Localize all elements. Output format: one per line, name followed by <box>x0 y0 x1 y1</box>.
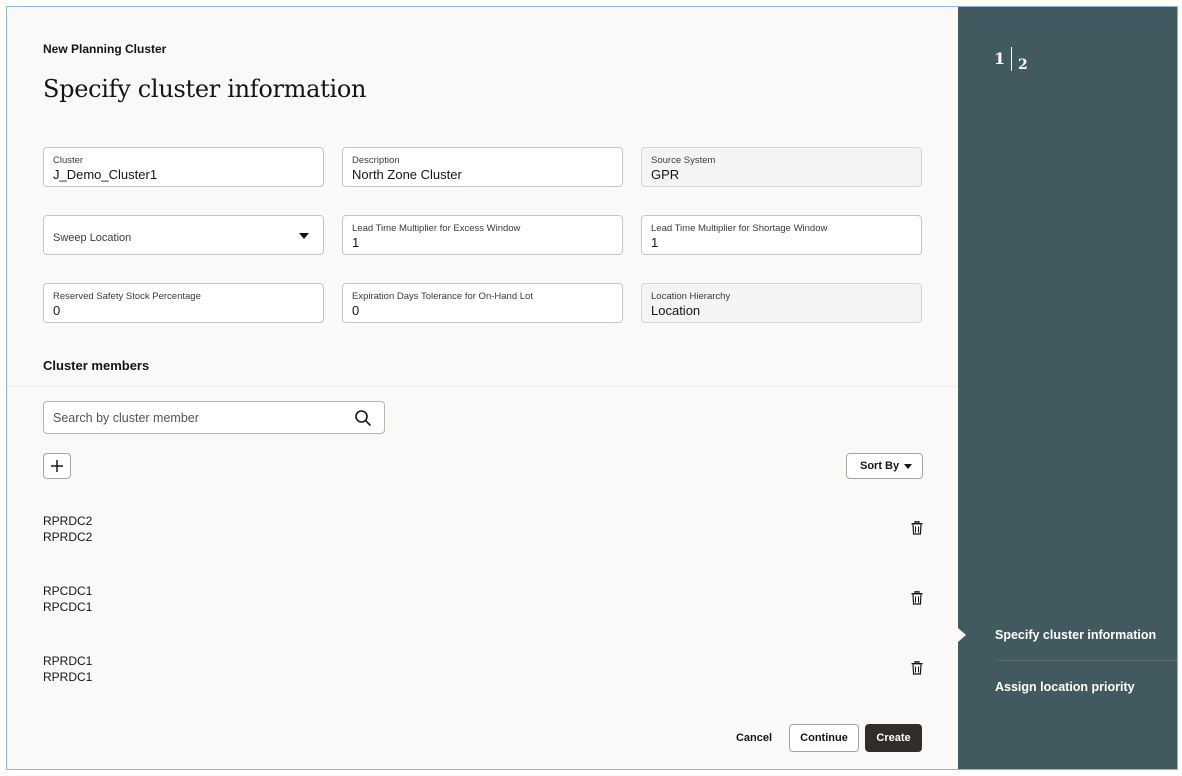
app-frame: New Planning Cluster Specify cluster inf… <box>6 6 1178 770</box>
create-button[interactable]: Create <box>865 724 922 752</box>
sort-by-button[interactable]: Sort By <box>846 453 923 479</box>
step-counter-divider <box>1011 47 1012 71</box>
member-search[interactable] <box>43 401 385 434</box>
sweep-location-select[interactable]: Sweep Location <box>43 215 324 255</box>
source-system-value: GPR <box>651 167 680 182</box>
reserved-safety-stock-label: Reserved Safety Stock Percentage <box>53 291 201 302</box>
member-description: RPRDC2 <box>43 530 93 544</box>
cluster-value[interactable]: J_Demo_Cluster1 <box>53 167 314 183</box>
current-step-number: 1 <box>994 49 1006 68</box>
expiration-tolerance-field[interactable]: Expiration Days Tolerance for On-Hand Lo… <box>342 283 623 323</box>
cluster-label: Cluster <box>53 155 84 166</box>
member-row[interactable]: RPRDC2 RPRDC2 <box>43 513 923 553</box>
train-step-divider <box>995 660 1177 661</box>
trash-icon[interactable] <box>911 591 923 605</box>
location-hierarchy-label: Location Hierarchy <box>651 291 731 302</box>
reserved-safety-stock-field[interactable]: Reserved Safety Stock Percentage 0 <box>43 283 324 323</box>
source-system-field: Source System GPR <box>641 147 922 187</box>
sort-by-label: Sort By <box>860 460 900 472</box>
member-row[interactable]: RPRDC1 RPRDC1 <box>43 653 923 693</box>
member-name: RPRDC1 <box>43 654 93 668</box>
reserved-safety-stock-value[interactable]: 0 <box>53 303 314 319</box>
continue-button[interactable]: Continue <box>789 724 859 752</box>
description-field[interactable]: Description North Zone Cluster <box>342 147 623 187</box>
cancel-button[interactable]: Cancel <box>727 724 781 752</box>
description-label: Description <box>352 155 400 166</box>
expiration-tolerance-value[interactable]: 0 <box>352 303 613 319</box>
page-title: Specify cluster information <box>43 75 367 103</box>
train-sidebar: 1 2 Specify cluster information Assign l… <box>958 7 1177 769</box>
lead-time-shortage-value[interactable]: 1 <box>651 235 912 251</box>
lead-time-excess-label: Lead Time Multiplier for Excess Window <box>352 223 521 234</box>
train-step-assign-priority[interactable]: Assign location priority <box>995 680 1177 694</box>
description-value[interactable]: North Zone Cluster <box>352 167 613 183</box>
add-member-button[interactable] <box>43 453 71 479</box>
source-system-label: Source System <box>651 155 716 166</box>
member-description: RPRDC1 <box>43 670 93 684</box>
lead-time-shortage-field[interactable]: Lead Time Multiplier for Shortage Window… <box>641 215 922 255</box>
cluster-field[interactable]: Cluster J_Demo_Cluster1 <box>43 147 324 187</box>
member-name: RPCDC1 <box>43 584 93 598</box>
trash-icon[interactable] <box>911 521 923 535</box>
location-hierarchy-field: Location Hierarchy Location <box>641 283 922 323</box>
train-step-specify-cluster[interactable]: Specify cluster information <box>995 628 1177 642</box>
expiration-tolerance-label: Expiration Days Tolerance for On-Hand Lo… <box>352 291 533 302</box>
lead-time-excess-field[interactable]: Lead Time Multiplier for Excess Window 1 <box>342 215 623 255</box>
sweep-location-placeholder: Sweep Location <box>53 232 132 244</box>
current-step-pointer <box>958 628 966 642</box>
member-description: RPCDC1 <box>43 600 93 614</box>
plus-icon <box>51 460 63 472</box>
member-row[interactable]: RPCDC1 RPCDC1 <box>43 583 923 623</box>
search-input[interactable] <box>44 402 362 433</box>
main-panel: New Planning Cluster Specify cluster inf… <box>7 7 959 769</box>
section-divider <box>7 386 959 387</box>
chevron-down-icon <box>904 464 912 469</box>
location-hierarchy-value: Location <box>651 303 701 318</box>
search-icon[interactable] <box>354 409 372 427</box>
page-eyebrow: New Planning Cluster <box>43 42 167 56</box>
lead-time-excess-value[interactable]: 1 <box>352 235 613 251</box>
chevron-down-icon[interactable] <box>299 233 309 239</box>
total-steps-number: 2 <box>1018 57 1028 73</box>
lead-time-shortage-label: Lead Time Multiplier for Shortage Window <box>651 223 828 234</box>
cluster-members-title: Cluster members <box>43 358 150 373</box>
trash-icon[interactable] <box>911 661 923 675</box>
member-name: RPRDC2 <box>43 514 93 528</box>
